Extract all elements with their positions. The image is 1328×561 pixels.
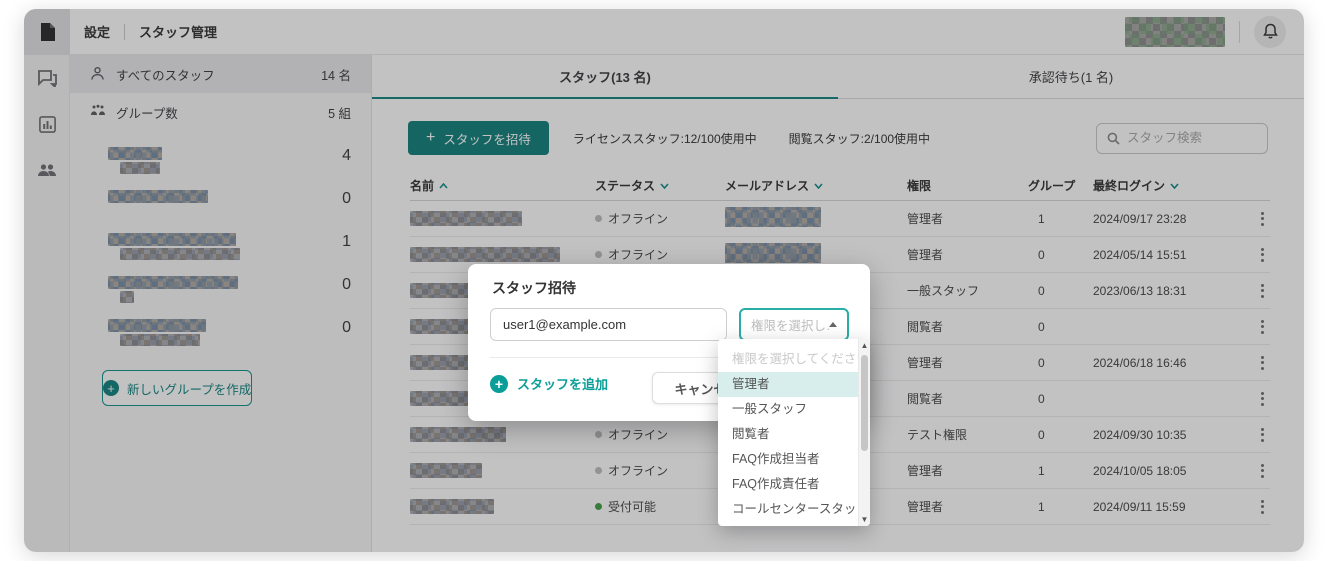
scroll-down-arrow[interactable]: ▼ [859, 515, 870, 524]
role-option[interactable]: 閲覧者 [718, 422, 870, 447]
modal-title: スタッフ招待 [492, 278, 576, 298]
role-dropdown: 権限を選択してください管理者一般スタッフ閲覧者FAQ作成担当者FAQ作成責任者コ… [718, 339, 870, 526]
role-select[interactable]: 権限を選択し… [739, 308, 849, 341]
role-option[interactable]: テスト権限 [718, 522, 870, 526]
role-option[interactable]: 一般スタッフ [718, 397, 870, 422]
role-option[interactable]: コールセンタースタッフ [718, 497, 870, 522]
role-dropdown-list: 権限を選択してください管理者一般スタッフ閲覧者FAQ作成担当者FAQ作成責任者コ… [718, 347, 870, 526]
role-option[interactable]: FAQ作成担当者 [718, 447, 870, 472]
dropdown-scrollbar[interactable]: ▲ ▼ [858, 339, 870, 526]
scrollbar-thumb[interactable] [861, 355, 868, 451]
invite-email-input[interactable] [490, 308, 727, 341]
role-select-value: 権限を選択し… [751, 315, 829, 334]
add-staff-button[interactable]: + スタッフを追加 [490, 374, 608, 393]
role-option[interactable]: FAQ作成責任者 [718, 472, 870, 497]
scroll-up-arrow[interactable]: ▲ [859, 341, 870, 350]
add-staff-label: スタッフを追加 [517, 374, 608, 393]
role-option[interactable]: 権限を選択してください [718, 347, 870, 372]
caret-up-icon [829, 322, 837, 327]
role-option[interactable]: 管理者 [718, 372, 870, 397]
plus-circle-icon: + [490, 375, 508, 393]
app-window: 設定 スタッフ管理 すべてのスタッフ 14 名 グループ数 [24, 9, 1304, 552]
